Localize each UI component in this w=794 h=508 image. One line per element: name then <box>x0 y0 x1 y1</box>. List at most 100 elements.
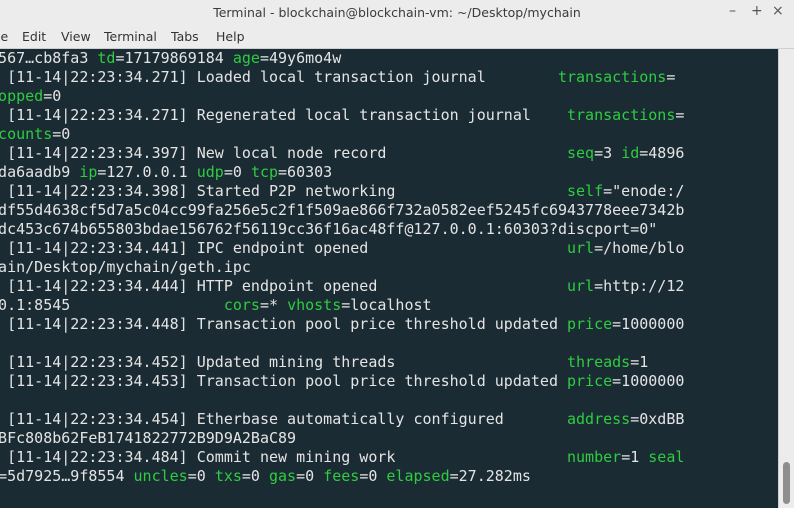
log-text: =* <box>259 296 288 314</box>
log-text: =0 <box>43 87 62 105</box>
close-icon[interactable]: × <box>772 3 784 19</box>
menu-tabs[interactable]: Tabs <box>171 29 199 44</box>
terminal-line: 44BFc808b62FeB1741822772B9D9A2BaC89 <box>0 429 684 448</box>
terminal-line: FO [11-14|22:23:34.484] Commit new minin… <box>0 448 684 467</box>
log-text: dfda6aadb9 <box>0 163 71 181</box>
log-text: 39df55d4638cf5d7a5c04cc99fa256e5c2f1f509… <box>0 201 685 219</box>
log-key: address <box>567 410 631 428</box>
log-key: price <box>567 315 613 333</box>
log-text: =4896 <box>639 144 685 162</box>
log-text: =49y6mo4w <box>259 49 342 67</box>
terminal-line: FO [11-14|22:23:34.452] Updated mining t… <box>0 353 684 372</box>
terminal-line: FO [11-14|22:23:34.397] New local node r… <box>0 144 684 163</box>
log-text: =0 <box>359 467 387 485</box>
menu-help[interactable]: Help <box>216 29 245 44</box>
log-key: threads <box>567 353 631 371</box>
log-text: =0 <box>52 125 71 143</box>
log-text: FO [11-14|22:23:34.448] Transaction pool… <box>0 315 567 333</box>
log-key: uncles <box>133 467 188 485</box>
log-key: cors <box>223 296 260 314</box>
terminal-line: dfda6aadb9 ip=127.0.0.1 udp=0 tcp=60303 <box>0 163 684 182</box>
terminal-line: FO [11-14|22:23:34.448] Transaction pool… <box>0 315 684 334</box>
log-key: tcp <box>250 163 279 181</box>
log-text: =127.0.0.1 <box>97 163 197 181</box>
log-text: =1 <box>630 353 649 371</box>
terminal-line: 0 <box>0 334 684 353</box>
log-text: =0 <box>187 467 215 485</box>
log-text: FO [11-14|22:23:34.484] Commit new minin… <box>0 448 567 466</box>
log-key: seal <box>648 448 685 466</box>
terminal-line: 95dc453c674b655803bdae156762f56119cc36f1… <box>0 220 684 239</box>
log-text: =60303 <box>278 163 333 181</box>
scrollbar-thumb[interactable] <box>783 462 790 504</box>
terminal-line: FO [11-14|22:23:34.454] Etherbase automa… <box>0 410 684 429</box>
log-key: gas <box>269 467 297 485</box>
log-text: =http://12 <box>594 277 685 295</box>
log-text: = <box>675 106 685 124</box>
menu-view[interactable]: View <box>61 29 91 44</box>
log-text: =0 <box>296 467 324 485</box>
terminal-line: 4e567…cb8fa3 td=17179869184 age=49y6mo4w <box>0 49 684 68</box>
log-key: url <box>567 239 595 257</box>
log-key: txs <box>214 467 242 485</box>
log-key: self <box>567 182 604 200</box>
log-key: number <box>567 448 622 466</box>
log-key: age <box>232 49 260 67</box>
log-text: = <box>666 68 676 86</box>
terminal-output[interactable]: 4e567…cb8fa3 td=17179869184 age=49y6mo4w… <box>0 49 778 508</box>
log-text: =1000000 <box>612 315 685 333</box>
terminal-line: FO [11-14|22:23:34.271] Loaded local tra… <box>0 68 684 87</box>
log-text: ="enode:/ <box>603 182 685 200</box>
terminal-line: FO [11-14|22:23:34.444] HTTP endpoint op… <box>0 277 684 296</box>
log-text: =5d7925…9f8554 <box>0 467 134 485</box>
terminal-line: FO [11-14|22:23:34.398] Started P2P netw… <box>0 182 684 201</box>
log-text: FO [11-14|22:23:34.397] New local node r… <box>0 144 567 162</box>
log-text: =0 <box>241 467 269 485</box>
log-text: FO [11-14|22:23:34.452] Updated mining t… <box>0 353 567 371</box>
terminal-line: accounts=0 <box>0 125 684 144</box>
log-text: =0 <box>223 163 251 181</box>
log-text: FO [11-14|22:23:34.398] Started P2P netw… <box>0 182 567 200</box>
terminal-line: 0 <box>0 391 684 410</box>
log-text: 4e567…cb8fa3 <box>0 49 89 67</box>
terminal-line: FO [11-14|22:23:34.271] Regenerated loca… <box>0 106 684 125</box>
log-text: FO [11-14|22:23:34.444] HTTP endpoint op… <box>0 277 567 295</box>
maximize-icon[interactable]: + <box>751 3 763 19</box>
log-text: =1000000 <box>612 372 685 390</box>
window-title: Terminal - blockchain@blockchain-vm: ~/D… <box>213 5 581 20</box>
terminal-line: FO [11-14|22:23:34.453] Transaction pool… <box>0 372 684 391</box>
log-key: price <box>567 372 613 390</box>
log-text: FO [11-14|22:23:34.441] IPC endpoint ope… <box>0 239 567 257</box>
log-text: 95dc453c674b655803bdae156762f56119cc36f1… <box>0 220 658 238</box>
log-key: dropped <box>0 87 44 105</box>
log-key: td <box>97 49 116 67</box>
terminal-lines: 4e567…cb8fa3 td=17179869184 age=49y6mo4w… <box>0 49 684 486</box>
menu-file[interactable]: le <box>0 29 8 44</box>
menu-edit[interactable]: Edit <box>22 29 46 44</box>
log-text: =localhost <box>341 296 432 314</box>
log-key: ip <box>79 163 98 181</box>
log-text: =27.282ms <box>449 467 531 485</box>
log-text: FO [11-14|22:23:34.453] Transaction pool… <box>0 372 567 390</box>
log-text: =17179869184 <box>115 49 233 67</box>
log-key: elapsed <box>386 467 450 485</box>
log-text: 44BFc808b62FeB1741822772B9D9A2BaC89 <box>0 429 297 447</box>
log-text: FO [11-14|22:23:34.271] Loaded local tra… <box>0 68 558 86</box>
log-key: udp <box>196 163 224 181</box>
menu-terminal[interactable]: Terminal <box>104 29 157 44</box>
terminal-line: sh=5d7925…9f8554 uncles=0 txs=0 gas=0 fe… <box>0 467 684 486</box>
log-text: chain/Desktop/mychain/geth.ipc <box>0 258 251 276</box>
minimize-icon[interactable]: – <box>729 3 736 19</box>
terminal-line: dropped=0 <box>0 87 684 106</box>
log-key: transactions <box>567 106 676 124</box>
window-titlebar[interactable]: Terminal - blockchain@blockchain-vm: ~/D… <box>0 0 794 27</box>
log-text: =/home/blo <box>594 239 685 257</box>
log-text: FO [11-14|22:23:34.271] Regenerated loca… <box>0 106 567 124</box>
log-text: FO [11-14|22:23:34.454] Etherbase automa… <box>0 410 567 428</box>
log-text: 0.0.1:8545 <box>0 296 224 314</box>
log-key: url <box>567 277 595 295</box>
vertical-scrollbar[interactable] <box>778 49 794 508</box>
log-key: id <box>621 144 640 162</box>
log-key: transactions <box>557 68 667 86</box>
log-key: seq <box>567 144 595 162</box>
